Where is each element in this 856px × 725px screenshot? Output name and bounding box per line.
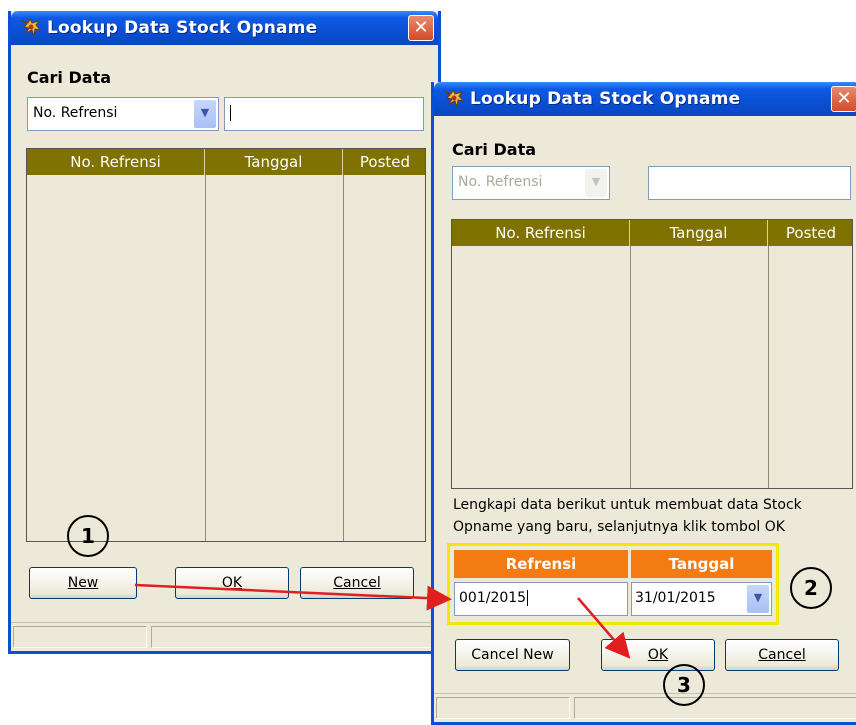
annotation-overlay	[134, 583, 631, 659]
arrow-new-to-form	[134, 583, 452, 611]
step-2-marker: 2	[790, 567, 832, 609]
step-3-marker: 3	[663, 664, 705, 706]
arrow-form-to-ok	[577, 597, 631, 659]
step-1-marker: 1	[67, 515, 109, 557]
